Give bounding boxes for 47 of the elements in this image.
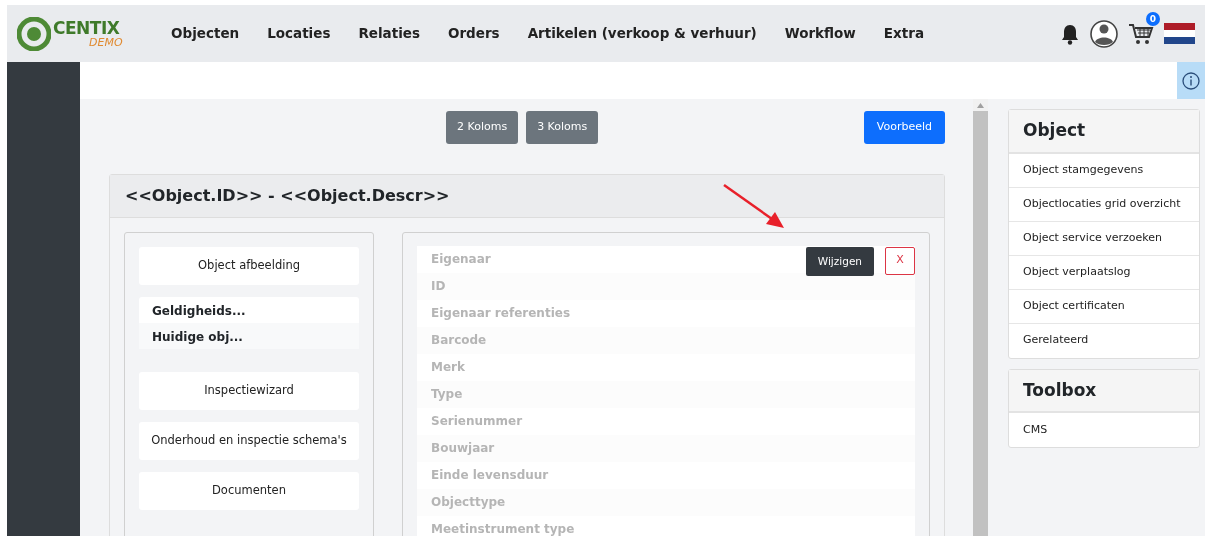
nav-link[interactable]: Extra	[869, 23, 938, 44]
bell-icon[interactable]	[1060, 22, 1080, 45]
column-layout-button[interactable]: 3 Koloms	[526, 111, 599, 144]
field-label: Serienummer	[417, 407, 915, 435]
panel-link[interactable]: Objectlocaties grid overzicht	[1009, 187, 1199, 222]
field-label: Einde levensduur	[417, 461, 915, 489]
nav-link[interactable]: Locaties	[253, 23, 345, 44]
field-label: Bouwjaar	[417, 434, 915, 462]
action-button[interactable]: Object afbeelding	[139, 246, 359, 285]
info-icon	[1182, 71, 1200, 90]
column-layout-button[interactable]: 2 Koloms	[446, 111, 519, 144]
panel-link[interactable]: Gerelateerd	[1009, 323, 1199, 358]
preview-button[interactable]: Voorbeeld	[863, 111, 945, 144]
panel-link[interactable]: Object certificaten	[1009, 289, 1199, 324]
dutch-flag-icon[interactable]	[1164, 23, 1195, 44]
logo-name: CENTIX	[53, 19, 121, 37]
logo-tag: DEMO	[89, 36, 123, 48]
action-button[interactable]: Documenten	[139, 471, 359, 510]
field-label: Barcode	[417, 326, 915, 354]
list-item[interactable]: Huidige obj...	[139, 322, 359, 349]
info-button[interactable]	[1177, 62, 1205, 99]
field-label: Meetinstrument type	[417, 515, 915, 536]
field-label: Objecttype	[417, 488, 915, 516]
cart-icon[interactable]	[1128, 21, 1154, 46]
user-avatar-icon[interactable]	[1090, 19, 1118, 48]
panel-title: Toolbox	[1009, 369, 1199, 413]
field-label: Type	[417, 380, 915, 408]
action-button[interactable]: Onderhoud en inspectie schema's	[139, 421, 359, 460]
nav-link[interactable]: Orders	[434, 23, 514, 44]
panel-link[interactable]: Object service verzoeken	[1009, 221, 1199, 256]
action-button[interactable]: Inspectiewizard	[139, 371, 359, 410]
cart-count-badge: 0	[1146, 12, 1160, 27]
edit-button[interactable]: Wijzigen	[805, 246, 874, 277]
panel-title: Object	[1009, 110, 1199, 154]
panel-link[interactable]: Object stamgegevens	[1009, 153, 1199, 188]
nav-link[interactable]: Artikelen (verkoop & verhuur)	[513, 23, 771, 44]
panel-link[interactable]: Object verplaatslog	[1009, 255, 1199, 290]
nav-link[interactable]: Relaties	[344, 23, 434, 44]
nav-link[interactable]: Objecten	[157, 23, 254, 44]
field-label: ID	[417, 272, 915, 300]
card-title: <<Object.ID>> - <<Object.Descr>>	[110, 174, 944, 218]
close-button[interactable]: X	[885, 246, 915, 275]
field-label: Merk	[417, 353, 915, 381]
list-item[interactable]: Geldigheids...	[139, 296, 359, 323]
field-label: Eigenaar referenties	[417, 299, 915, 327]
panel-link[interactable]: CMS	[1009, 413, 1199, 447]
nav-link[interactable]: Workflow	[770, 23, 870, 44]
